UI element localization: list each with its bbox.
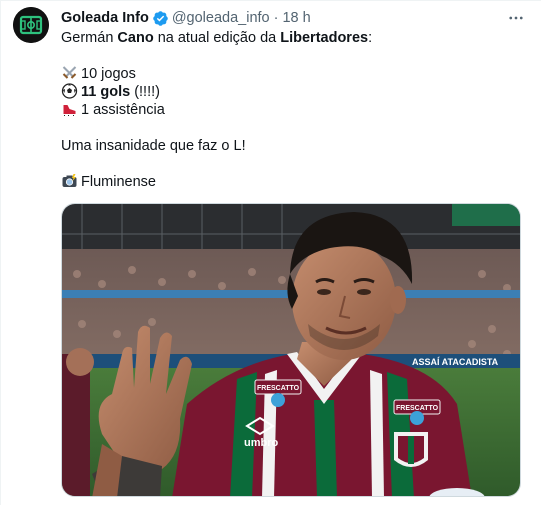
- profile-avatar[interactable]: [13, 7, 49, 43]
- goleada-logo-icon: [13, 7, 49, 43]
- more-options-icon[interactable]: [505, 7, 527, 29]
- tweet-photo[interactable]: ASSAÍ ATACADISTA FRESCATTO FRESCATTO umb…: [61, 203, 521, 497]
- camera-flash-icon: [62, 174, 77, 187]
- shirt-sponsor-right: FRESCATTO: [396, 405, 439, 412]
- board-text: ASSAÍ ATACADISTA: [412, 357, 499, 367]
- stat-games: 10 jogos: [61, 65, 526, 83]
- cleat-shoe-icon: [63, 105, 76, 116]
- stat-goals: 11 gols (!!!!): [61, 83, 526, 101]
- player-photo: ASSAÍ ATACADISTA FRESCATTO FRESCATTO umb…: [62, 204, 520, 496]
- crossed-swords-icon: [62, 66, 77, 79]
- tweet-text: Germán Cano na atual edição da Libertado…: [61, 29, 526, 191]
- tweet-header: Goleada Info @goleada_info · 18 h: [61, 7, 527, 29]
- shirt-sponsor-left: FRESCATTO: [257, 385, 300, 392]
- verified-badge-icon: [153, 10, 168, 26]
- photo-credit: Fluminense: [61, 173, 526, 191]
- tweet-line-intro: Germán Cano na atual edição da Libertado…: [61, 30, 373, 46]
- soccer-ball-icon: [61, 83, 78, 99]
- account-handle[interactable]: @goleada_info: [172, 10, 270, 26]
- separator-dot: ·: [273, 10, 279, 26]
- account-name[interactable]: Goleada Info: [61, 10, 149, 26]
- stat-assists: 1 assistência: [61, 101, 526, 119]
- shirt-brand: umbro: [244, 437, 279, 449]
- tweet-card[interactable]: Goleada Info @goleada_info · 18 h Germán…: [0, 0, 541, 505]
- tweet-comment: Uma insanidade que faz o L!: [61, 138, 246, 154]
- tweet-timestamp[interactable]: 18 h: [282, 10, 310, 26]
